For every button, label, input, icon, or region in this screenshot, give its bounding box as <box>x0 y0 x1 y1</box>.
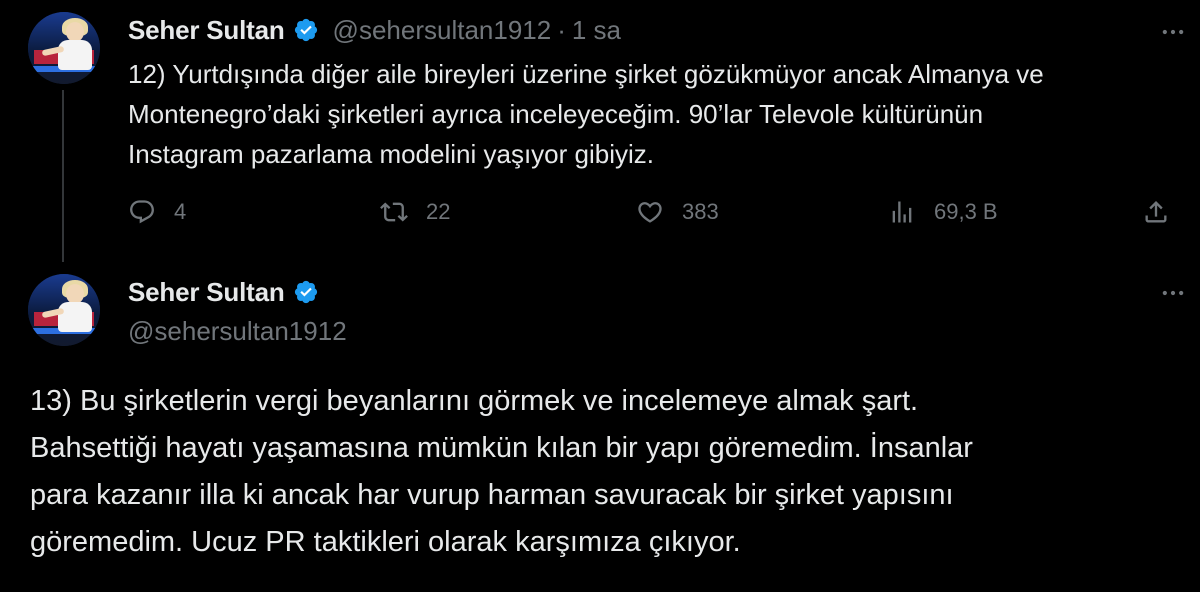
retweet-count: 22 <box>426 199 451 224</box>
tweet-text: 12) Yurtdışında diğer aile bireyleri üze… <box>128 59 1044 169</box>
verified-badge-icon <box>294 280 317 304</box>
views-icon <box>892 201 912 223</box>
views-button[interactable]: 69,3 B <box>888 192 998 232</box>
author-handle[interactable]: @sehersultan1912 <box>333 15 552 46</box>
author-name[interactable]: Seher Sultan <box>128 277 285 308</box>
reply-count: 4 <box>174 199 187 224</box>
more-horizontal-icon <box>1162 290 1184 296</box>
tweet-text: 13) Bu şirketlerin vergi beyanlarını gör… <box>30 385 973 558</box>
tweet-12[interactable]: Seher Sultan @sehersultan1912 · 1 sa 12)… <box>0 0 1200 262</box>
author-name[interactable]: Seher Sultan <box>128 15 285 46</box>
share-button[interactable] <box>1142 192 1170 232</box>
like-count: 383 <box>682 199 719 224</box>
author-handle[interactable]: @sehersultan1912 <box>128 316 347 346</box>
reply-icon <box>130 200 154 224</box>
retweet-icon <box>380 202 408 222</box>
reply-button[interactable]: 4 <box>128 192 186 232</box>
tweet-actions: 4 22 383 69,3 B <box>128 192 1188 232</box>
more-options-button[interactable] <box>1156 17 1190 47</box>
tweet-header: Seher Sultan @sehersultan1912 · 1 sa <box>128 15 621 45</box>
avatar[interactable] <box>28 274 100 346</box>
thread-connector-line <box>62 90 64 262</box>
more-options-button[interactable] <box>1156 278 1190 308</box>
separator-dot: · <box>557 14 566 45</box>
share-icon <box>1145 201 1167 223</box>
handle-row: @sehersultan1912 <box>128 316 347 347</box>
more-horizontal-icon <box>1162 29 1184 35</box>
views-count: 69,3 B <box>934 199 998 224</box>
verified-badge-icon <box>294 18 317 42</box>
like-button[interactable]: 383 <box>636 192 719 232</box>
tweet-13[interactable]: Seher Sultan @sehersultan1912 13) Bu şir… <box>0 262 1200 592</box>
avatar[interactable] <box>28 12 100 84</box>
tweet-header: Seher Sultan <box>128 277 319 307</box>
retweet-button[interactable]: 22 <box>380 192 450 232</box>
timestamp[interactable]: 1 sa <box>572 15 621 46</box>
heart-icon <box>638 202 662 223</box>
